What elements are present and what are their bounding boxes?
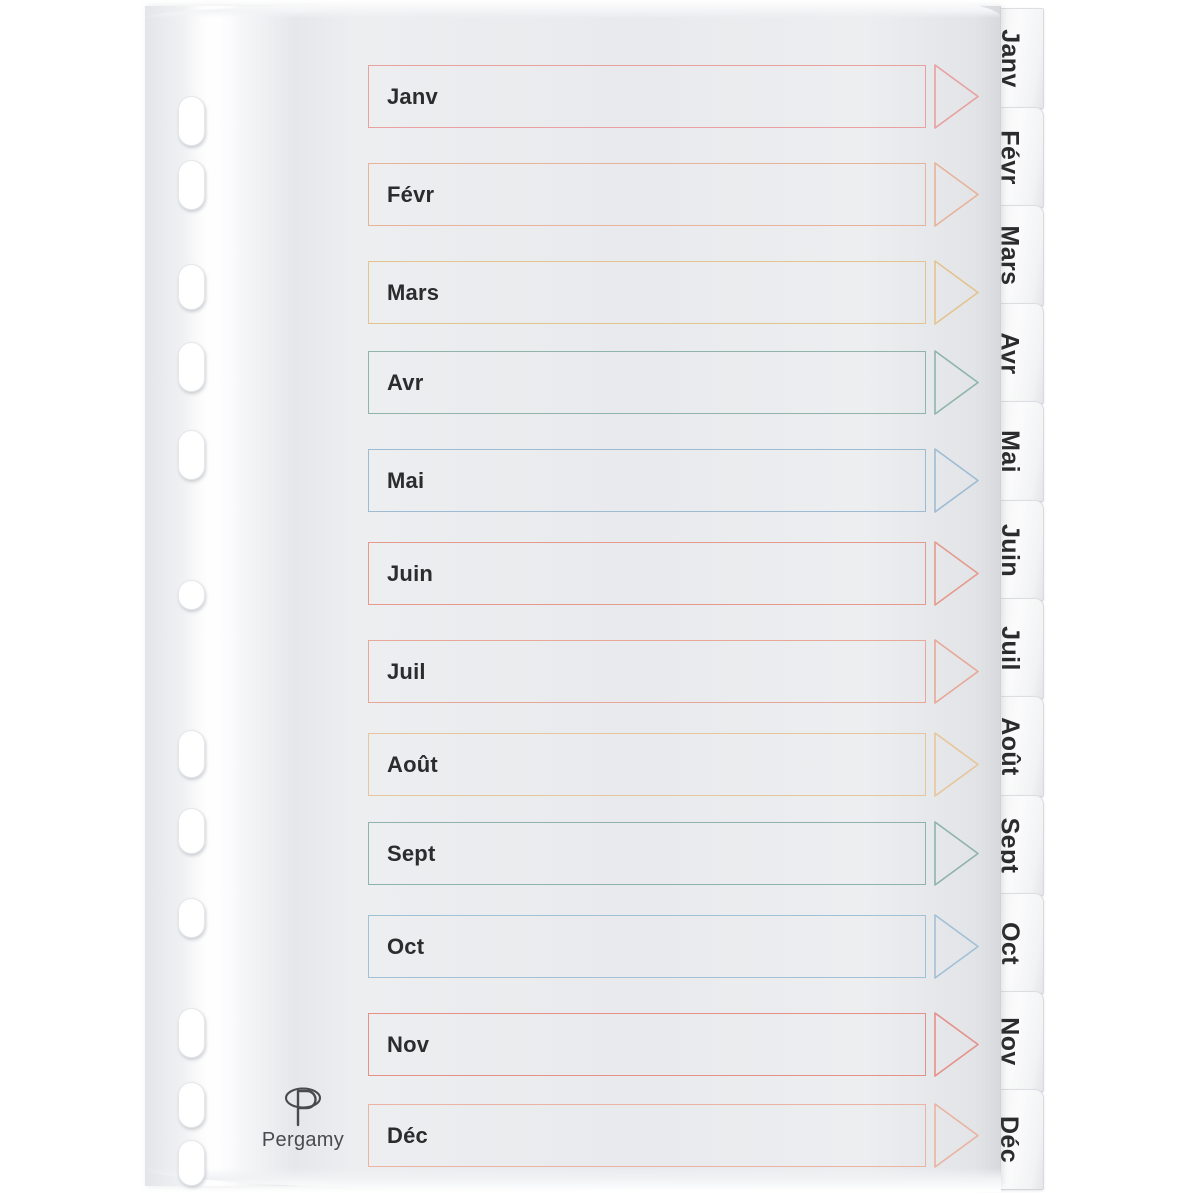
row-arrow-icon bbox=[934, 1103, 980, 1168]
month-label-text: Févr bbox=[387, 181, 435, 207]
month-label-box[interactable]: Août bbox=[368, 733, 926, 796]
brand-wordmark: Pergamy bbox=[261, 1129, 345, 1151]
month-label-box[interactable]: Avr bbox=[368, 351, 926, 414]
month-row-dc[interactable]: Déc bbox=[368, 1103, 979, 1168]
month-row-avr[interactable]: Avr bbox=[368, 350, 979, 415]
month-row-mai[interactable]: Mai bbox=[368, 448, 979, 513]
month-row-aot[interactable]: Août bbox=[368, 732, 979, 797]
punch-hole bbox=[178, 898, 205, 938]
month-label-text: Mai bbox=[387, 467, 425, 493]
punch-hole bbox=[178, 342, 205, 392]
row-arrow-icon bbox=[934, 162, 980, 227]
row-arrow-icon bbox=[934, 350, 980, 415]
row-arrow-icon bbox=[934, 64, 980, 129]
month-row-sept[interactable]: Sept bbox=[368, 821, 979, 886]
month-label-box[interactable]: Mai bbox=[368, 449, 926, 512]
pergamy-p-monogram-icon bbox=[284, 1087, 322, 1127]
month-row-juin[interactable]: Juin bbox=[368, 541, 979, 606]
month-label-text: Janv bbox=[387, 83, 438, 109]
month-label-box[interactable]: Juil bbox=[368, 640, 926, 703]
month-row-juil[interactable]: Juil bbox=[368, 639, 979, 704]
punch-hole bbox=[178, 580, 205, 610]
row-arrow-icon bbox=[934, 448, 980, 513]
brand-logo: Pergamy bbox=[248, 1085, 358, 1157]
month-label-text: Sept bbox=[387, 840, 436, 866]
punch-hole bbox=[178, 264, 205, 310]
month-label-box[interactable]: Févr bbox=[368, 163, 926, 226]
punch-hole bbox=[178, 730, 205, 778]
month-label-box[interactable]: Janv bbox=[368, 65, 926, 128]
month-label-box[interactable]: Sept bbox=[368, 822, 926, 885]
punch-hole-column bbox=[178, 0, 212, 1200]
month-row-mars[interactable]: Mars bbox=[368, 260, 979, 325]
month-label-text: Août bbox=[387, 751, 438, 777]
month-row-janv[interactable]: Janv bbox=[368, 64, 979, 129]
month-label-box[interactable]: Juin bbox=[368, 542, 926, 605]
month-label-box[interactable]: Mars bbox=[368, 261, 926, 324]
row-arrow-icon bbox=[934, 821, 980, 886]
month-label-box[interactable]: Oct bbox=[368, 915, 926, 978]
row-arrow-icon bbox=[934, 541, 980, 606]
month-label-text: Nov bbox=[387, 1031, 430, 1057]
punch-hole bbox=[178, 1082, 205, 1128]
month-label-box[interactable]: Déc bbox=[368, 1104, 926, 1167]
month-label-text: Juil bbox=[387, 658, 426, 684]
month-label-text: Déc bbox=[387, 1122, 428, 1148]
row-arrow-icon bbox=[934, 1012, 980, 1077]
month-row-oct[interactable]: Oct bbox=[368, 914, 979, 979]
row-arrow-icon bbox=[934, 732, 980, 797]
punch-hole bbox=[178, 1140, 205, 1186]
month-row-nov[interactable]: Nov bbox=[368, 1012, 979, 1077]
month-label-text: Oct bbox=[387, 933, 425, 959]
row-arrow-icon bbox=[934, 639, 980, 704]
punch-hole bbox=[178, 96, 205, 146]
row-arrow-icon bbox=[934, 914, 980, 979]
month-label-text: Avr bbox=[387, 369, 424, 395]
month-label-box[interactable]: Nov bbox=[368, 1013, 926, 1076]
month-label-text: Mars bbox=[387, 279, 440, 305]
product-photo-stage: Janv Févr Mars Avr Mai Juin Juil Août Sept Oct Nov… bbox=[0, 0, 1200, 1200]
month-label-text: Juin bbox=[387, 560, 434, 586]
punch-hole bbox=[178, 430, 205, 480]
punch-hole bbox=[178, 160, 205, 210]
punch-hole bbox=[178, 1008, 205, 1058]
month-row-fvr[interactable]: Févr bbox=[368, 162, 979, 227]
row-arrow-icon bbox=[934, 260, 980, 325]
punch-hole bbox=[178, 808, 205, 854]
